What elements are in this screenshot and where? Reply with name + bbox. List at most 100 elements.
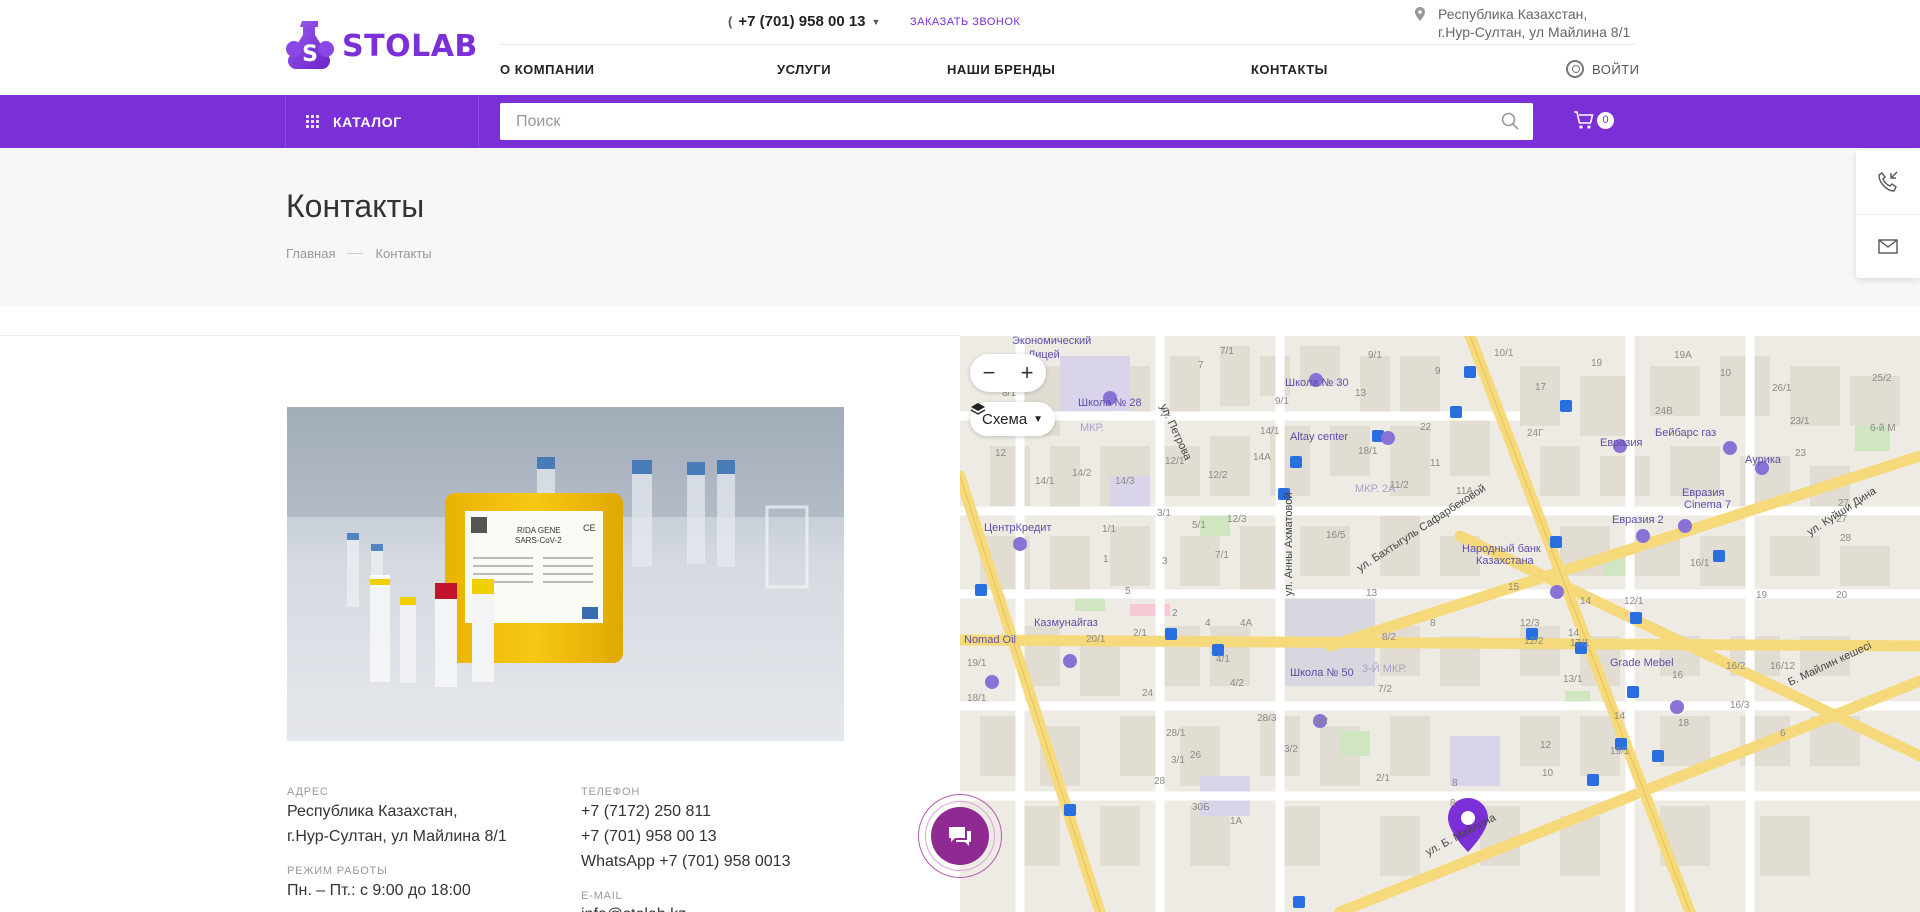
map-building-number: 10/1 <box>1494 348 1514 359</box>
map-zoom-controls: − + <box>970 354 1046 392</box>
map-place-label: Nomad Oil <box>964 634 1016 646</box>
map-building-number: 18 <box>1678 718 1690 729</box>
map-place-label: Школа № 50 <box>1290 667 1354 679</box>
phone-link-2[interactable]: +7 (701) 958 00 13 <box>581 825 717 849</box>
nav-services[interactable]: УСЛУГИ <box>777 62 831 77</box>
map-place-label: Grade Mebel <box>1610 657 1674 669</box>
map-building-number: 13/1 <box>1563 674 1583 685</box>
map-building-number: 17/1 <box>1570 638 1590 649</box>
map-building-number: 12/3 <box>1520 618 1540 629</box>
map-building-number: 5/1 <box>1192 520 1206 531</box>
map-building-number: 12/3 <box>1227 514 1247 525</box>
map-place-label: Cinema 7 <box>1684 499 1731 511</box>
map-building-number: 8 <box>1430 618 1436 629</box>
header-phone-number: +7 (701) 958 00 13 <box>738 13 866 30</box>
map-building-number: 16/5 <box>1326 530 1346 541</box>
map-building-number: 28 <box>1840 533 1852 544</box>
layers-icon <box>970 403 986 415</box>
map-place-label: Казахстана <box>1476 555 1535 567</box>
header-address-line1: Республика Казахстан, <box>1438 6 1588 22</box>
map-building-number: 28/1 <box>1166 728 1186 739</box>
map-building-number: 14 <box>1580 596 1592 607</box>
map-building-number: 24 <box>1142 688 1154 699</box>
logo-text: STOLAB <box>342 28 478 64</box>
search-box <box>500 103 1533 140</box>
map-building-number: 3/1 <box>1157 508 1171 519</box>
nav-contacts[interactable]: КОНТАКТЫ <box>1251 62 1328 77</box>
email-link[interactable]: info@stolab.kz <box>581 903 686 912</box>
map-building-number: 6 <box>1780 728 1786 739</box>
map-building-number: 16/3 <box>1730 700 1750 711</box>
map-building-number: 22 <box>1420 422 1432 433</box>
catalog-button[interactable]: КАТАЛОГ <box>285 95 479 148</box>
map-building-number: 4/1 <box>1216 654 1230 665</box>
chevron-down-icon: ▼ <box>1033 413 1044 425</box>
map-building-number: 13 <box>1355 388 1367 399</box>
map-building-number: 16/1 <box>1690 558 1710 569</box>
map[interactable]: 9/1 7/1 10/1 19 19А 9 7 17 10 26/1 25/2 8/1 9/1 13 24В… <box>960 336 1920 912</box>
breadcrumb-home[interactable]: Главная <box>286 246 335 261</box>
map-building-number: 28 <box>1154 776 1166 787</box>
logo-icon: S <box>286 21 334 69</box>
map-building-number: 8/2 <box>1382 632 1396 643</box>
content-divider <box>0 335 960 336</box>
map-building-number: 10 <box>1542 768 1554 779</box>
search-input[interactable] <box>500 103 1533 140</box>
chat-widget-button[interactable] <box>918 794 1002 878</box>
map-building-number: 12/1 <box>1624 596 1644 607</box>
nav-brands[interactable]: НАШИ БРЕНДЫ <box>947 62 1055 77</box>
map-place-label: Евразия <box>1600 437 1642 449</box>
map-building-number: 14/3 <box>1115 476 1135 487</box>
map-building-number: 7/2 <box>1378 684 1392 695</box>
nav-about[interactable]: О КОМПАНИИ <box>500 62 594 77</box>
login-label: ВОЙТИ <box>1592 61 1640 77</box>
logo[interactable]: S STOLAB <box>284 19 478 73</box>
map-building-number: 19 <box>1591 358 1603 369</box>
phone-link-1[interactable]: +7 (7172) 250 811 <box>581 800 711 824</box>
map-building-number: 1А <box>1230 816 1243 827</box>
search-icon[interactable] <box>1501 112 1519 130</box>
zoom-out-button[interactable]: − <box>983 360 996 386</box>
zoom-in-button[interactable]: + <box>1021 360 1034 386</box>
map-building-number: 7 <box>1198 360 1204 371</box>
map-place-label: Евразия 2 <box>1612 514 1664 526</box>
page-header <box>0 148 1920 306</box>
map-building-number: 3/2 <box>1284 744 1298 755</box>
map-building-number: 18/1 <box>967 693 987 704</box>
chevron-down-icon: ▼ <box>871 16 881 27</box>
location-pin-icon <box>1415 7 1425 21</box>
header-address-line2: г.Нур-Султан, ул Майлина 8/1 <box>1438 24 1631 40</box>
phone-icon: ( <box>728 14 733 29</box>
map-building-number: 9 <box>1435 366 1441 377</box>
cart-icon <box>1574 111 1594 129</box>
map-building-number: 19 <box>1756 590 1768 601</box>
cart-button[interactable]: 0 <box>1573 110 1614 130</box>
map-building-number: 24Г <box>1527 428 1544 439</box>
map-building-number: 2 <box>1172 608 1178 619</box>
breadcrumb-separator <box>347 253 364 254</box>
map-building-number: 5/2 <box>1314 716 1328 727</box>
map-building-number: 12/2 <box>1524 636 1544 647</box>
map-building-number: 14 <box>1614 711 1626 722</box>
header-phone[interactable]: ( +7 (701) 958 00 13 ▼ <box>728 13 880 30</box>
svg-text:SARS-CoV-2: SARS-CoV-2 <box>515 536 562 545</box>
map-building-number: 23/1 <box>1790 416 1810 427</box>
breadcrumb: Главная Контакты <box>286 246 432 261</box>
map-building-number: 9/1 <box>1368 350 1382 361</box>
map-building-number: 8 <box>1450 798 1456 809</box>
map-building-number: 5 <box>1125 586 1131 597</box>
login-button[interactable]: ВОЙТИ <box>1566 60 1639 78</box>
map-building-number: 12/2 <box>1208 470 1228 481</box>
map-building-number: 7/1 <box>1220 346 1234 357</box>
callback-float-button[interactable] <box>1856 150 1920 214</box>
map-layers-button[interactable]: Схема ▼ <box>970 402 1056 436</box>
callback-link[interactable]: ЗАКАЗАТЬ ЗВОНОК <box>910 16 1020 28</box>
map-building-number: 8 <box>1452 778 1458 789</box>
map-building-number: 16 <box>1672 670 1684 681</box>
map-place-label: ЦентрКредит <box>984 522 1052 534</box>
page-title: Контакты <box>286 188 425 224</box>
whatsapp-link[interactable]: WhatsApp +7 (701) 958 0013 <box>581 850 790 874</box>
svg-text:RIDA GENE: RIDA GENE <box>517 526 561 535</box>
email-float-button[interactable] <box>1856 214 1920 278</box>
map-place-label: Altay center <box>1290 431 1348 443</box>
